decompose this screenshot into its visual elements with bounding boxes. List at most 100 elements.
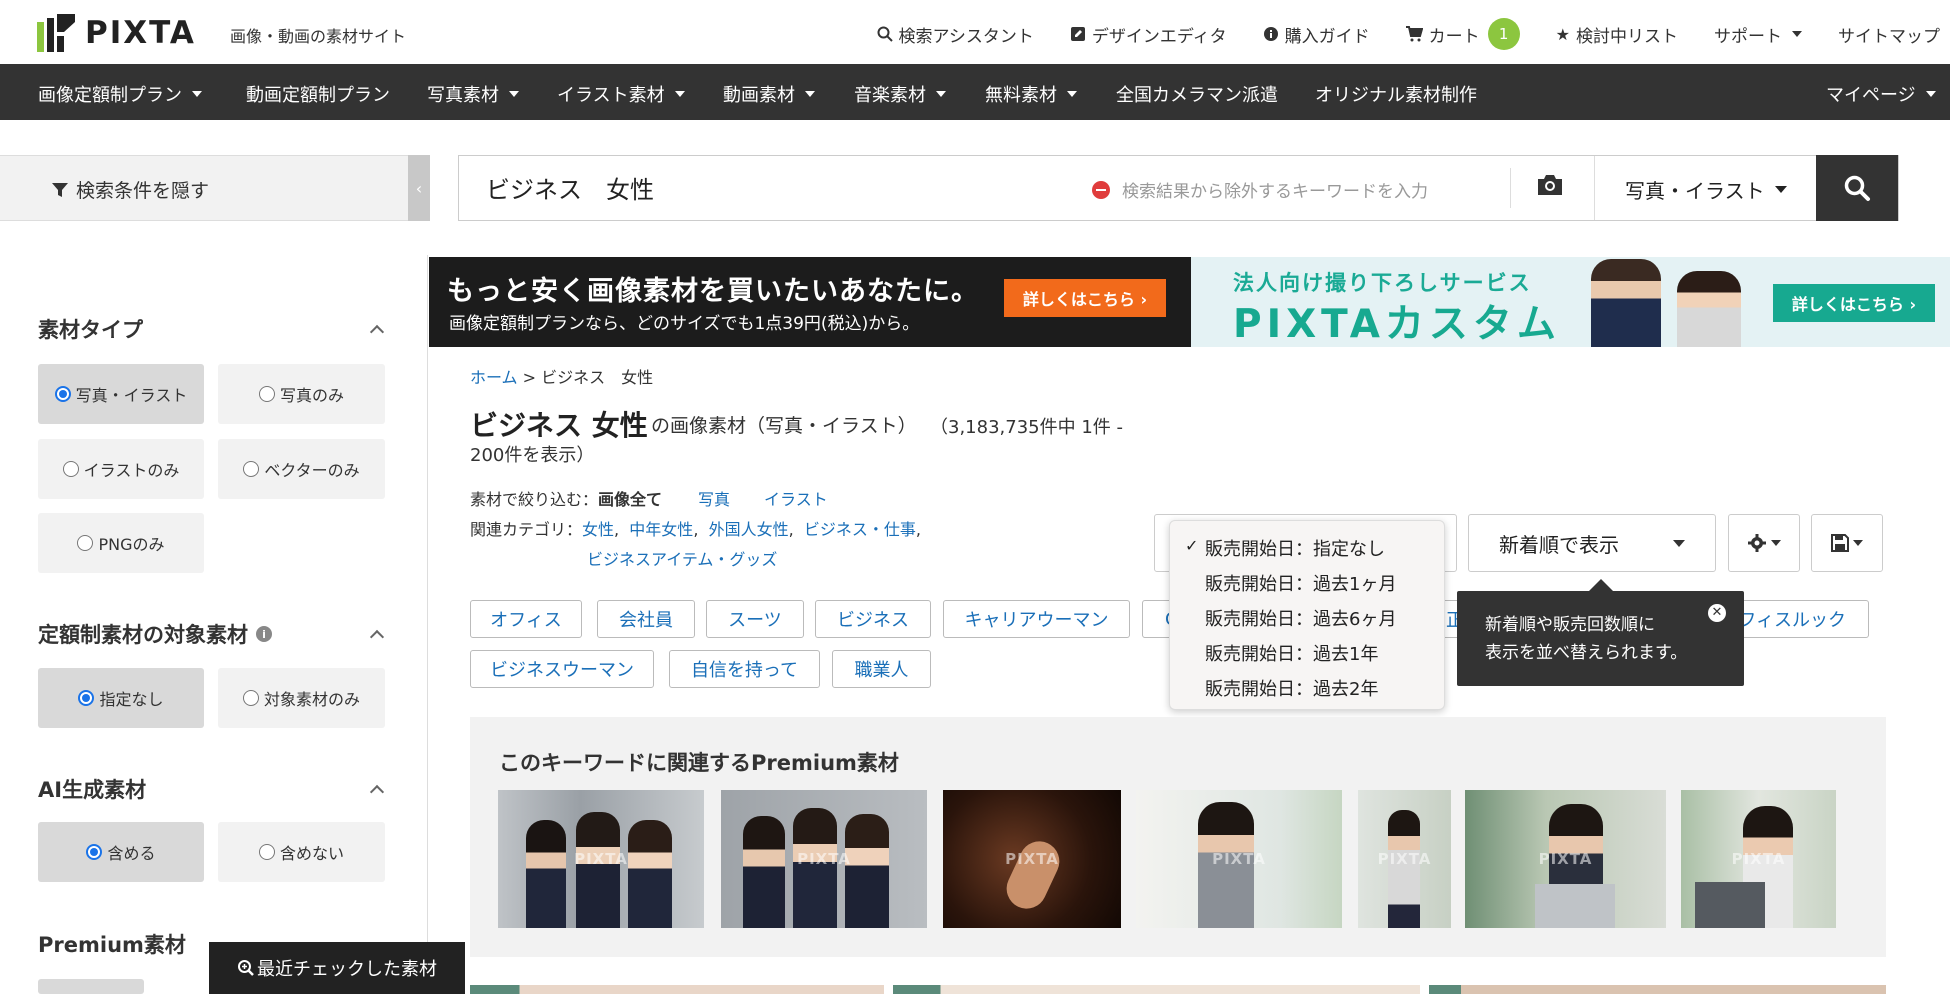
nav-item-illust[interactable]: イラスト素材: [557, 81, 685, 107]
exclude-placeholder: 検索結果から除外するキーワードを入力: [1122, 182, 1428, 202]
premium-thumbnail[interactable]: PIXTA: [1681, 790, 1836, 928]
chevron-down-icon: [1792, 31, 1802, 37]
info-icon[interactable]: i: [256, 626, 272, 642]
dropdown-option[interactable]: 販売開始日：指定なし: [1205, 535, 1385, 561]
nav-item-photo[interactable]: 写真素材: [427, 81, 519, 107]
related-category-link[interactable]: ビジネスアイテム・グッズ: [587, 546, 777, 570]
purchase-guide-link[interactable]: 購入ガイド: [1263, 22, 1370, 47]
nav-item-image-plan[interactable]: 画像定額制プラン: [38, 81, 202, 107]
nav-item-free[interactable]: 無料素材: [985, 81, 1077, 107]
breadcrumb-home[interactable]: ホーム: [470, 368, 518, 387]
recent-items-button[interactable]: 最近チェックした素材: [209, 942, 465, 994]
banner-photo: [1591, 259, 1661, 347]
related-category-link[interactable]: 中年女性: [629, 520, 693, 539]
result-thumbnail[interactable]: [470, 985, 884, 994]
nav-label: 写真素材: [427, 85, 499, 106]
related-category-link[interactable]: ビジネス・仕事: [804, 520, 916, 539]
premium-option[interactable]: [38, 979, 144, 994]
premium-thumbnail[interactable]: PIXTA: [943, 790, 1121, 928]
subscription-option[interactable]: 指定なし: [38, 668, 204, 728]
premium-thumbnail[interactable]: PIXTA: [498, 790, 704, 928]
nav-item-video[interactable]: 動画素材: [723, 81, 815, 107]
result-thumbnail[interactable]: [1429, 985, 1886, 994]
camera-search-button[interactable]: [1536, 173, 1564, 201]
nav-item-cameraman[interactable]: 全国カメラマン派遣: [1116, 81, 1278, 107]
premium-thumbnail[interactable]: PIXTA: [1136, 790, 1342, 928]
related-category-link[interactable]: 女性: [582, 520, 614, 539]
premium-thumbnail[interactable]: PIXTA: [721, 790, 927, 928]
exclude-keyword-input[interactable]: 検索結果から除外するキーワードを入力: [1092, 177, 1428, 202]
dropdown-option[interactable]: 販売開始日：過去1ヶ月: [1205, 570, 1396, 596]
design-editor-link[interactable]: デザインエディタ: [1070, 22, 1227, 47]
nav-item-video-plan[interactable]: 動画定額制プラン: [246, 81, 390, 107]
banner-details-button[interactable]: 詳しくはこちら ›: [1004, 279, 1166, 317]
result-thumbnail[interactable]: [893, 985, 1420, 994]
close-icon[interactable]: ✕: [1708, 604, 1726, 622]
search-input[interactable]: ビジネス 女性: [486, 170, 654, 205]
material-type-option[interactable]: ベクターのみ: [218, 439, 385, 499]
tag-chip[interactable]: ビジネス: [815, 600, 931, 638]
tag-chip[interactable]: 職業人: [832, 650, 931, 688]
material-type-option[interactable]: 写真・イラスト: [38, 364, 204, 424]
tag-chip[interactable]: フィスルック: [1729, 600, 1869, 638]
nav-label: 動画素材: [723, 85, 795, 106]
search-assistant-link[interactable]: 検索アシスタント: [877, 22, 1034, 47]
sitemap-link[interactable]: サイトマップ: [1838, 22, 1940, 47]
chevron-down-icon: [1925, 91, 1936, 97]
logo[interactable]: PIXTA: [37, 14, 196, 52]
nav-item-music[interactable]: 音楽素材: [854, 81, 946, 107]
dropdown-option[interactable]: 販売開始日：過去1年: [1205, 640, 1378, 666]
subscription-option[interactable]: 対象素材のみ: [218, 668, 385, 728]
option-label: 写真のみ: [279, 386, 344, 405]
filter-illust-link[interactable]: イラスト: [764, 486, 828, 510]
save-button[interactable]: [1811, 514, 1883, 572]
tag-label: キャリアウーマン: [964, 610, 1109, 631]
chevron-down-icon: [805, 91, 815, 97]
section-title: AI生成素材: [38, 778, 147, 802]
search-assistant-label: 検索アシスタント: [898, 26, 1034, 47]
nav-item-original[interactable]: オリジナル素材制作: [1315, 81, 1477, 107]
tag-chip[interactable]: スーツ: [706, 600, 804, 638]
tag-label: フィスルック: [1738, 610, 1846, 631]
sidebar-collapse-tab[interactable]: ‹: [408, 155, 430, 221]
custom-service-banner[interactable]: 法人向け撮り下ろしサービス PIXTAカスタム 詳しくはこちら ›: [1191, 257, 1950, 347]
material-type-option[interactable]: 写真のみ: [218, 364, 385, 424]
nav-item-mypage[interactable]: マイページ: [1826, 81, 1936, 107]
tag-chip[interactable]: オフィス: [470, 600, 582, 638]
tag-chip[interactable]: ビジネスウーマン: [470, 650, 654, 688]
ai-option[interactable]: 含める: [38, 822, 204, 882]
divider: [1510, 168, 1511, 208]
premium-thumbnail[interactable]: PIXTA: [1465, 790, 1666, 928]
tag-chip[interactable]: 自信を持って: [669, 650, 820, 688]
banner-details-button[interactable]: 詳しくはこちら ›: [1773, 284, 1935, 322]
subscription-title: 定額制素材の対象素材 i: [38, 619, 272, 649]
filter-photo-link[interactable]: 写真: [698, 486, 730, 510]
material-type-option[interactable]: PNGのみ: [38, 513, 204, 573]
cart-icon: [1405, 26, 1423, 42]
watermark: PIXTA: [1377, 850, 1432, 868]
related-category-link[interactable]: 外国人女性: [709, 520, 789, 539]
nav-label: オリジナル素材制作: [1315, 85, 1477, 106]
settings-button[interactable]: [1728, 514, 1800, 572]
sitemap-label: サイトマップ: [1838, 26, 1940, 47]
search-type-select[interactable]: 写真・イラスト: [1625, 175, 1787, 204]
subscription-banner[interactable]: もっと安く画像素材を買いたいあなたに。 画像定額制プランなら、どのサイズでも1点…: [429, 257, 1191, 347]
sort-select[interactable]: 新着順で表示: [1468, 514, 1716, 572]
support-menu[interactable]: サポート: [1714, 22, 1802, 47]
radio-icon: [86, 844, 103, 860]
page-title: ビジネス 女性: [470, 409, 648, 442]
dropdown-option[interactable]: 販売開始日：過去6ヶ月: [1205, 605, 1396, 631]
purchase-guide-label: 購入ガイド: [1284, 26, 1370, 47]
premium-thumbnail[interactable]: PIXTA: [1358, 790, 1451, 928]
ai-option[interactable]: 含めない: [218, 822, 385, 882]
tag-chip[interactable]: 会社員: [597, 600, 695, 638]
search-button[interactable]: [1816, 155, 1898, 221]
dropdown-option[interactable]: 販売開始日：過去2年: [1205, 675, 1378, 701]
tag-chip[interactable]: キャリアウーマン: [943, 600, 1130, 638]
filter-toggle-button[interactable]: 検索条件を隠す: [0, 155, 430, 221]
cart-link[interactable]: カート 1: [1405, 18, 1520, 50]
watchlist-link[interactable]: ★ 検討中リスト: [1556, 22, 1678, 47]
edit-icon: [1070, 27, 1085, 41]
tooltip-line: 新着順や販売回数順に: [1485, 615, 1655, 635]
material-type-option[interactable]: イラストのみ: [38, 439, 204, 499]
